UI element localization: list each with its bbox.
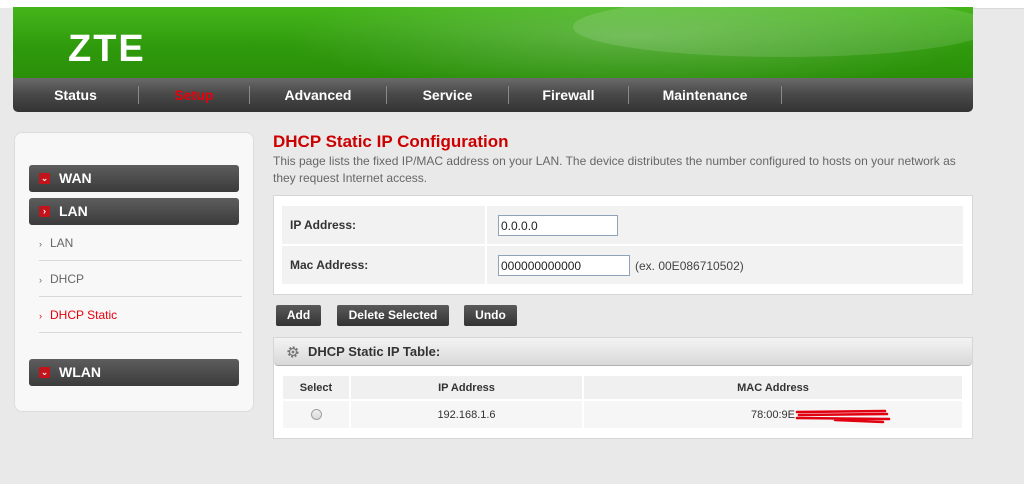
column-header-ip: IP Address	[350, 376, 584, 400]
header-banner: ZTE	[13, 7, 973, 79]
table-header-row: Select IP Address MAC Address	[283, 376, 964, 400]
page-description: This page lists the fixed IP/MAC address…	[273, 154, 956, 185]
table-panel-header: DHCP Static IP Table:	[274, 338, 972, 366]
sidebar-item-label: DHCP	[50, 272, 85, 286]
redaction-scribble	[795, 409, 891, 423]
sidebar-group-label: WAN	[59, 170, 92, 186]
page-title: DHCP Static IP Configuration	[273, 132, 509, 151]
chevron-down-icon: ⌄	[39, 173, 50, 184]
sidebar-group-lan[interactable]: › LAN	[29, 198, 239, 225]
nav-item-advanced[interactable]: Advanced	[250, 78, 386, 112]
nav-item-service[interactable]: Service	[387, 78, 508, 112]
zte-logo: ZTE	[68, 28, 146, 70]
table-title: DHCP Static IP Table:	[308, 344, 441, 359]
sidebar-item-label: LAN	[50, 236, 74, 250]
column-header-select: Select	[283, 376, 351, 400]
column-header-mac: MAC Address	[583, 376, 964, 400]
chevron-down-icon: ⌄	[39, 367, 50, 378]
nav-item-status[interactable]: Status	[13, 78, 138, 112]
bullet-arrow-icon: ›	[39, 311, 42, 321]
undo-button[interactable]: Undo	[464, 305, 517, 326]
sidebar-item-label: DHCP Static	[50, 308, 118, 322]
config-form: IP Address: Mac Address: (ex. 00E0867105…	[273, 195, 973, 295]
delete-selected-button[interactable]: Delete Selected	[337, 305, 449, 326]
sidebar-group-label: LAN	[59, 203, 88, 219]
static-ip-table-panel: DHCP Static IP Table: Select IP Address …	[273, 337, 973, 439]
row-select-radio[interactable]	[310, 409, 322, 421]
sidebar-item-dhcp[interactable]: › DHCP	[39, 261, 242, 297]
chevron-right-icon: ›	[39, 206, 50, 217]
form-row-ip: IP Address:	[282, 206, 963, 244]
bullet-arrow-icon: ›	[39, 275, 42, 285]
sidebar: ⌄ WAN › LAN › LAN › DHCP › DHCP Static ⌄ WL…	[14, 132, 254, 412]
main-nav: Status Setup Advanced Service Firewall M…	[13, 78, 973, 112]
sidebar-group-wlan[interactable]: ⌄ WLAN	[29, 359, 239, 386]
nav-item-maintenance[interactable]: Maintenance	[629, 78, 781, 112]
mac-address-hint: (ex. 00E086710502)	[635, 259, 744, 273]
mac-text: 78:00:9E	[750, 408, 796, 421]
ip-cell: 192.168.1.6	[350, 399, 584, 428]
form-row-mac: Mac Address: (ex. 00E086710502)	[282, 246, 963, 284]
divider	[973, 8, 1024, 9]
gear-icon	[287, 346, 299, 358]
add-button[interactable]: Add	[276, 305, 321, 326]
sidebar-item-lan[interactable]: › LAN	[39, 225, 242, 261]
static-ip-table: Select IP Address MAC Address 192.168.1.…	[283, 376, 964, 428]
ip-address-label: IP Address:	[282, 206, 487, 244]
mac-value: 78:00:9E	[750, 408, 891, 423]
mac-address-label: Mac Address:	[282, 246, 487, 284]
nav-item-firewall[interactable]: Firewall	[509, 78, 628, 112]
select-cell	[283, 399, 351, 428]
bullet-arrow-icon: ›	[39, 239, 42, 249]
mac-address-input[interactable]	[498, 255, 630, 276]
sidebar-group-label: WLAN	[59, 364, 101, 380]
mac-cell: 78:00:9E	[583, 399, 964, 428]
nav-item-setup[interactable]: Setup	[139, 78, 249, 112]
form-field: (ex. 00E086710502)	[487, 246, 963, 284]
nav-separator	[781, 86, 782, 104]
ip-address-input[interactable]	[498, 215, 618, 236]
form-field	[487, 206, 963, 244]
sidebar-item-dhcp-static[interactable]: › DHCP Static	[39, 297, 242, 333]
sidebar-group-wan[interactable]: ⌄ WAN	[29, 165, 239, 192]
table-row: 192.168.1.6 78:00:9E	[283, 399, 964, 428]
